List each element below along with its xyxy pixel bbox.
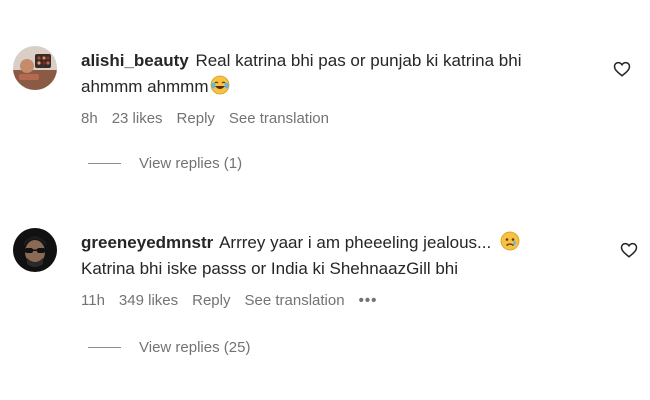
- comment-body: alishi_beauty Real katrina bhi pas or pu…: [81, 48, 601, 127]
- reply-button[interactable]: Reply: [192, 292, 230, 309]
- comment-text-line2: ahmmm ahmmm: [81, 77, 209, 96]
- likes-count[interactable]: 349 likes: [119, 292, 178, 309]
- divider-line: [88, 163, 121, 164]
- more-options-icon[interactable]: •••: [359, 292, 378, 309]
- comment-body: greeneyedmnstr Arrrey yaar i am pheeelin…: [81, 230, 601, 309]
- timestamp: 11h: [81, 292, 105, 309]
- see-translation-button[interactable]: See translation: [229, 110, 329, 127]
- view-replies-label: View replies (25): [139, 339, 251, 356]
- avatar[interactable]: [13, 228, 57, 272]
- timestamp: 8h: [81, 110, 98, 127]
- view-replies-button[interactable]: View replies (25): [88, 339, 250, 356]
- laughing-tears-emoji-icon: [210, 75, 230, 95]
- comment-text-line2: Katrina bhi iske passs or India ki Shehn…: [81, 259, 459, 278]
- divider-line: [88, 347, 121, 348]
- comment-meta: 11h 349 likes Reply See translation •••: [81, 292, 601, 309]
- view-replies-button[interactable]: View replies (1): [88, 155, 242, 172]
- comment-meta: 8h 23 likes Reply See translation: [81, 110, 601, 127]
- likes-count[interactable]: 23 likes: [112, 110, 163, 127]
- view-replies-label: View replies (1): [139, 155, 243, 172]
- heart-icon[interactable]: [613, 60, 631, 78]
- heart-icon[interactable]: [620, 241, 638, 259]
- sad-face-emoji-icon: [500, 231, 520, 251]
- username[interactable]: alishi_beauty: [81, 51, 189, 70]
- comment-text: greeneyedmnstr Arrrey yaar i am pheeelin…: [81, 230, 601, 282]
- comment-text: alishi_beauty Real katrina bhi pas or pu…: [81, 48, 601, 100]
- see-translation-button[interactable]: See translation: [244, 292, 344, 309]
- comment-text-line1: Real katrina bhi pas or punjab ki katrin…: [195, 51, 522, 70]
- comment-text-line1: Arrrey yaar i am pheeeling jealous...: [219, 233, 492, 252]
- avatar[interactable]: [13, 46, 57, 90]
- username[interactable]: greeneyedmnstr: [81, 233, 213, 252]
- reply-button[interactable]: Reply: [177, 110, 215, 127]
